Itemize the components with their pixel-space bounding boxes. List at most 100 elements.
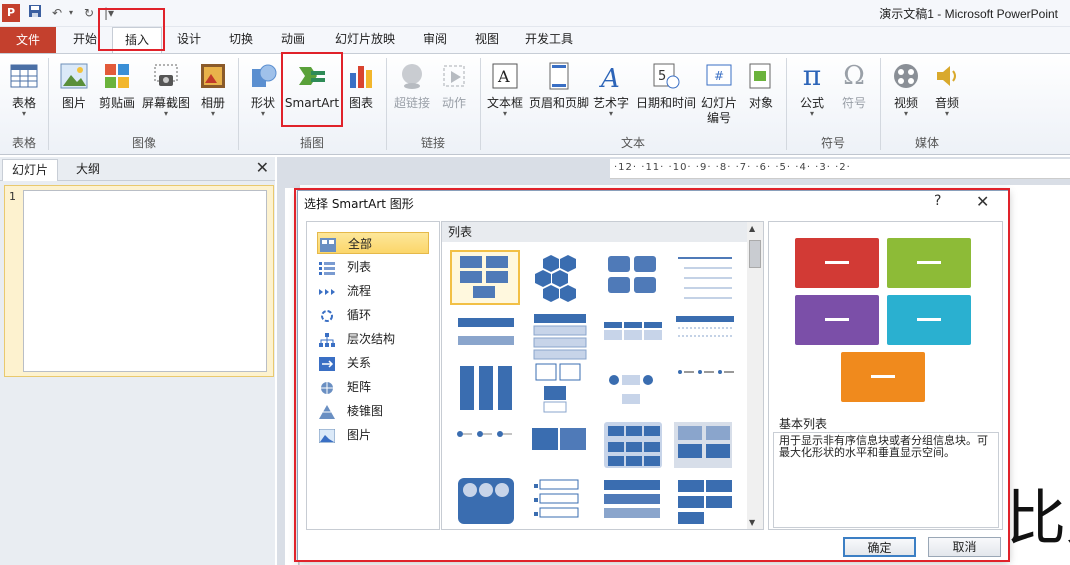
layout-table-list[interactable] [670,310,740,365]
preview-pane: 基本列表 用于显示非有序信息块或者分组信息块。可最大化形状的水平和垂直显示空间。 [768,221,1003,530]
redo-icon[interactable]: ↻ [80,4,98,22]
clipart-button[interactable]: 剪贴画 [96,58,138,138]
category-hierarchy[interactable]: 层次结构 [317,328,429,350]
layout-target-list[interactable] [526,476,596,529]
tab-transitions[interactable]: 切换 [220,27,262,53]
gallery-scrollbar[interactable]: ▲ ▼ [747,222,763,529]
category-process[interactable]: 流程 [317,280,429,302]
equation-button[interactable]: π 公式 ▾ [792,58,832,138]
picture-button[interactable]: 图片 [54,58,94,138]
svg-text:A: A [497,67,510,86]
close-icon[interactable]: ✕ [976,192,989,211]
datetime-icon: 5 [651,61,681,91]
help-icon[interactable]: ? [934,193,941,209]
category-cycle[interactable]: 循环 [317,304,429,326]
category-picture[interactable]: 图片 [317,424,429,446]
ribbon: 表格 ▾ 图片 剪贴画 屏幕截图 ▾ 相册 ▾ 图像 表格 形状 ▾ SmartArt … [0,53,1070,155]
layout-tab-list[interactable] [670,420,740,475]
layout-segmented-list[interactable] [526,362,596,417]
shapes-button[interactable]: 形状 ▾ [244,58,282,138]
layout-block-list[interactable] [598,250,668,305]
tab-design[interactable]: 设计 [168,27,210,53]
powerpoint-logo-icon[interactable]: P [2,4,20,22]
tab-developer[interactable]: 开发工具 [518,27,580,53]
preview-shape [795,238,879,288]
layout-trapezoid-list[interactable] [670,476,740,529]
tab-file[interactable]: 文件 [0,27,56,53]
preview-shape [887,238,971,288]
screenshot-button[interactable]: 屏幕截图 ▾ [140,58,192,138]
category-list-item[interactable]: 列表 [317,256,429,278]
hyperlink-button[interactable]: 超链接 [390,58,434,138]
slide-thumbnail-selected[interactable]: 1 [4,185,274,377]
smartart-button[interactable]: SmartArt [284,58,340,138]
svg-text:#: # [714,69,724,83]
album-button[interactable]: 相册 ▾ [194,58,232,138]
category-matrix[interactable]: 矩阵 [317,376,429,398]
title-bar: P ↶ ▾ ↻ |▾ 演示文稿1 - Microsoft PowerPoint [0,0,1070,27]
svg-text:5: 5 [658,69,666,84]
group-label-illustrations: 插图 [299,136,324,150]
dialog-title: 选择 SmartArt 图形 [304,197,414,211]
textbox-button[interactable]: A 文本框 ▾ [484,58,526,138]
tab-insert[interactable]: 插入 [112,27,162,53]
tab-home[interactable]: 开始 [62,27,108,53]
table-icon [9,61,39,91]
shapes-icon [248,61,278,91]
layout-bullet-dots[interactable] [452,420,522,475]
close-pane-icon[interactable]: ✕ [256,159,269,177]
layout-dot-list[interactable] [670,362,740,417]
cycle-icon [319,308,335,322]
layout-basic-list[interactable] [450,250,520,305]
preview-shape [795,295,879,345]
relationship-icon [319,356,335,371]
group-label-symbols: 符号 [820,136,845,150]
table-button[interactable]: 表格 ▾ [4,58,44,138]
layout-stacked-bars[interactable] [598,476,668,529]
header-footer-button[interactable]: 页眉和页脚 [528,58,590,138]
layout-grouped-list[interactable] [598,420,668,475]
layout-vertical-bullet-list[interactable] [452,310,522,365]
tab-outline[interactable]: 大纲 [62,159,114,181]
category-all[interactable]: 全部 [317,232,429,254]
category-relationship[interactable]: 关系 [317,352,429,374]
tab-review[interactable]: 审阅 [414,27,456,53]
clipart-icon [102,61,132,91]
scrollbar-thumb[interactable] [749,240,761,268]
layout-stacked-list[interactable] [526,310,596,365]
layout-picture-caption-list[interactable] [452,476,522,529]
category-pyramid[interactable]: 棱锥图 [317,400,429,422]
undo-dropdown-icon[interactable]: ▾ [62,4,80,22]
layout-hexagon-list[interactable] [526,250,596,305]
layout-vertical-box-list[interactable] [452,362,522,417]
group-label-links: 链接 [420,136,445,150]
layout-circle-list[interactable] [598,362,668,417]
cancel-button[interactable]: 取消 [928,537,1001,557]
wordart-button[interactable]: A 艺术字 ▾ [592,58,630,138]
datetime-button[interactable]: 5 日期和时间 [634,58,698,138]
smartart-icon [297,61,327,91]
chart-button[interactable]: 图表 [342,58,380,138]
category-list: 全部 列表 流程 循环 层次结构 关系 矩阵 棱锥图 图片 [306,221,440,530]
group-label-table: 表格 [11,136,36,150]
save-icon[interactable] [26,4,44,22]
video-button[interactable]: 视频 ▾ [884,58,928,138]
symbol-button[interactable]: Ω 符号 [834,58,874,138]
layout-lined-list[interactable] [670,250,740,305]
action-button[interactable]: 动作 [434,58,474,138]
ok-button[interactable]: 确定 [843,537,916,557]
slide-thumbnail[interactable] [23,190,267,372]
tab-slideshow[interactable]: 幻灯片放映 [326,27,404,53]
tab-animations[interactable]: 动画 [272,27,314,53]
layout-horizontal-bullet-list[interactable] [598,310,668,365]
hierarchy-icon [319,332,335,347]
object-button[interactable]: 对象 [742,58,780,138]
pyramid-icon [319,404,335,419]
tab-view[interactable]: 视图 [466,27,508,53]
slide-number-button[interactable]: # 幻灯片 编号 [700,58,738,138]
customize-qat-icon[interactable]: |▾ [100,4,118,22]
tab-slides[interactable]: 幻灯片 [2,159,58,181]
audio-button[interactable]: 音频 ▾ [928,58,966,138]
slide-text-fragment: 比允 [1006,484,1070,554]
layout-horizontal-blocks[interactable] [526,420,596,475]
